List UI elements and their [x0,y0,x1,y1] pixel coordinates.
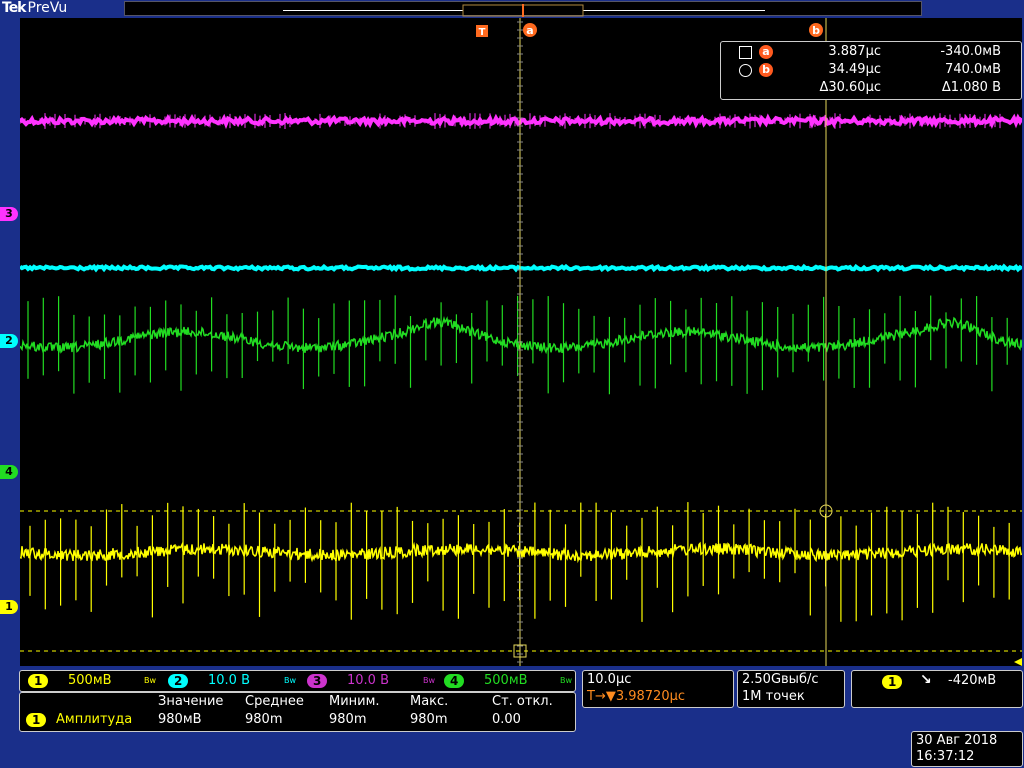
meas-value: 980мВ [158,712,202,727]
ch2-bandwidth-icon: Bw [284,676,297,685]
trigger-source-chip: 1 [882,675,903,689]
ch3-bandwidth-icon: Bw [423,676,436,685]
cursor-b-marker-label: b [812,24,820,37]
top-bar: Tek PreVu [0,0,1024,17]
ch3-scale[interactable]: 10.0 В [347,673,389,688]
acquisition-panel[interactable]: 2.50Gвыб/с 1M точек [737,670,845,708]
meas-header-min: Миним. [329,694,380,709]
cursor-a-marker-label: a [526,24,533,37]
meas-channel-chip: 1 [26,713,47,727]
datetime-panel: 30 Авг 2018 16:37:12 [911,731,1023,767]
ch4-position-marker[interactable]: 4 [0,465,18,479]
date: 30 Авг 2018 [916,733,998,748]
ch1-scale[interactable]: 500мВ [68,673,112,688]
delta-time: Δ30.60µс [819,80,881,95]
meas-max: 980m [410,712,448,727]
meas-stddev: 0.00 [492,712,521,727]
cursor-a-row: a 3.887µс -340.0мВ [721,43,1021,61]
record-view-bar[interactable] [124,1,922,17]
cursor-a-voltage: -340.0мВ [940,44,1001,59]
ch2-position-marker[interactable]: 2 [0,334,18,348]
ch4-chip[interactable]: 4 [444,674,465,688]
ch2-waveform [18,263,1024,273]
ch3-chip[interactable]: 3 [307,674,328,688]
measurement-panel[interactable]: Значение Среднее Миним. Макс. Ст. откл. … [19,692,576,732]
trigger-position: T→▼3.98720µс [587,689,686,704]
circle-cursor-icon [739,64,752,77]
acquisition-mode: PreVu [27,0,68,16]
delta-voltage: Δ1.080 В [941,80,1001,95]
ch4-bandwidth-icon: Bw [560,676,573,685]
cursor-readout-panel[interactable]: a 3.887µс -340.0мВ b 34.49µс 740.0мВ Δ30… [720,41,1022,100]
ch4-scale[interactable]: 500мВ [484,673,528,688]
record-view-graphic [283,4,765,17]
meas-name: Амплитуда [56,712,133,727]
timebase-scale: 10.0µс [587,672,632,687]
ch2-scale[interactable]: 10.0 В [208,673,250,688]
ch1-bandwidth-icon: Bw [144,676,157,685]
falling-edge-icon: ↘ [920,672,932,688]
trigger-panel[interactable]: 1 ↘ -420мВ [851,670,1023,708]
timebase-panel[interactable]: 10.0µс T→▼3.98720µс [582,670,734,708]
meas-header-stddev: Ст. откл. [492,694,553,709]
cursor-b-voltage: 740.0мВ [945,62,1001,77]
channel-scale-bar: 1 500мВ Bw 2 10.0 В Bw 3 10.0 В Bw 4 500… [19,670,576,692]
meas-header-mean: Среднее [245,694,304,709]
trigger-level-arrow [1014,658,1022,666]
cursor-delta-row: Δ30.60µс Δ1.080 В [721,79,1021,97]
meas-header-max: Макс. [410,694,449,709]
trigger-level: -420мВ [948,673,997,688]
cursor-a-time: 3.887µс [828,44,881,59]
brand-logo: Tek PreVu [2,0,67,17]
meas-mean: 980m [245,712,283,727]
ch4-waveform [19,316,1023,355]
meas-header-value: Значение [158,694,224,709]
square-cursor-icon [739,46,752,59]
sample-rate: 2.50Gвыб/с [742,672,819,687]
ch1-position-marker[interactable]: 1 [0,600,18,614]
meas-min: 980m [329,712,367,727]
cursor-a-badge: a [759,45,773,59]
ch3-position-marker[interactable]: 3 [0,207,18,221]
waveform-display[interactable]: Tab [18,18,1024,666]
cursor-b-row: b 34.49µс 740.0мВ [721,61,1021,79]
trigger-marker-label: T [479,27,486,38]
ch2-chip[interactable]: 2 [168,674,189,688]
time: 16:37:12 [916,749,975,764]
ch1-chip[interactable]: 1 [28,674,49,688]
record-length: 1M точек [742,689,805,704]
cursor-b-badge: b [759,63,773,77]
cursor-b-time: 34.49µс [828,62,881,77]
waveform-graphic: Tab [18,18,1024,666]
brand-name: Tek [2,0,26,16]
